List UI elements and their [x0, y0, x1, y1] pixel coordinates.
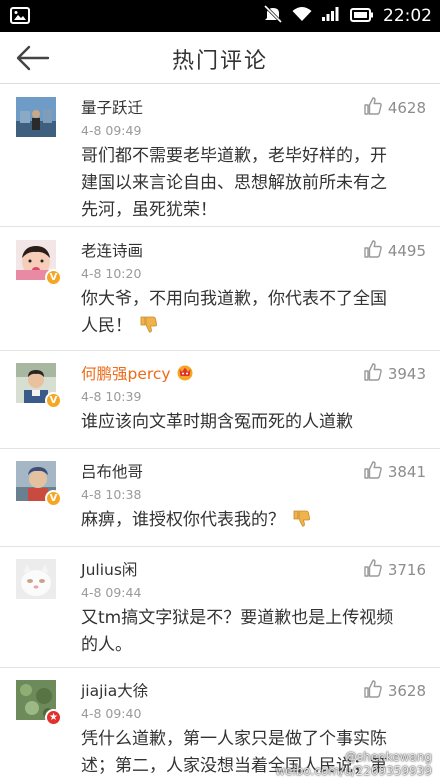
like-count: 4628	[387, 99, 426, 117]
comment-time: 4-8 09:40	[81, 706, 142, 721]
comment-author[interactable]: 量子跃迁	[81, 96, 143, 118]
comment-text-line: 你大爷，不用向我道歉，你代表不了全国	[81, 289, 387, 309]
comment-text: 又tm搞文字狱是不？要道歉也是上传视频 的人。	[81, 605, 421, 659]
gallery-notification-icon	[10, 7, 30, 28]
like-button[interactable]: 3943	[363, 362, 426, 386]
comment-author[interactable]: 何鹏强percy	[81, 362, 195, 385]
comment-author[interactable]: jiajia大徐	[81, 679, 148, 701]
comment-text-line: 又tm搞文字狱是不？要道歉也是上传视频	[81, 608, 394, 628]
avatar[interactable]	[16, 559, 56, 599]
like-button[interactable]: 3841	[363, 460, 426, 484]
battery-icon	[350, 7, 374, 26]
comment-text: 麻痹，谁授权你代表我的？	[81, 507, 421, 537]
verified-badge-icon: V	[45, 269, 62, 286]
comment-time: 4-8 10:39	[81, 389, 142, 404]
like-button[interactable]: 4495	[363, 239, 426, 263]
comment-item: 量子跃迁 4-8 09:49 4628 哥们都不需要老毕道歉，老毕好样的，开 建…	[0, 85, 440, 227]
verified-badge-icon: V	[45, 490, 62, 507]
comment-item: Julius闲 4-8 09:44 3716 又tm搞文字狱是不？要道歉也是上传…	[0, 547, 440, 668]
watermark: @shenkewang weibo.com/u/2209359939	[275, 750, 432, 778]
like-button[interactable]: 3716	[363, 558, 426, 582]
comment-text-line: 哥们都不需要老毕道歉，老毕好样的，开	[81, 146, 387, 166]
top-bar: 热门评论	[0, 32, 440, 84]
verified-badge-icon: ★	[45, 709, 62, 726]
comment-text-line: 麻痹，谁授权你代表我的？	[81, 507, 421, 537]
comment-time: 4-8 09:49	[81, 123, 142, 138]
comment-item: V 吕布他哥 4-8 10:38 3841 麻痹，谁授权你代表我的？	[0, 449, 440, 547]
vip-crown-icon	[175, 363, 195, 385]
thumbs-up-icon	[363, 558, 383, 582]
page-title: 热门评论	[171, 49, 268, 74]
watermark-handle: @shenkewang	[344, 750, 432, 764]
thumbs-up-icon	[363, 239, 383, 263]
comment-item: V 何鹏强percy 4-8 10:39 3943 谁应该向文革时期含冤而死的人…	[0, 351, 440, 449]
comment-text: 你大爷，不用向我道歉，你代表不了全国 人民！	[81, 286, 421, 343]
verified-badge-icon: V	[45, 392, 62, 409]
wifi-icon	[292, 6, 312, 26]
comment-text-line: 人民！	[81, 313, 421, 343]
comment-text-line: 建国以来言论自由、思想解放前所未有之	[81, 173, 387, 193]
avatar[interactable]: V	[16, 240, 62, 286]
avatar[interactable]: V	[16, 461, 62, 507]
like-count: 4495	[387, 242, 426, 260]
comment-text-line: 谁应该向文革时期含冤而死的人道歉	[81, 412, 353, 432]
thumbs-up-icon	[363, 460, 383, 484]
avatar[interactable]	[16, 97, 56, 137]
comment-list: 量子跃迁 4-8 09:49 4628 哥们都不需要老毕道歉，老毕好样的，开 建…	[0, 85, 440, 782]
thumbs-down-emoji-icon	[138, 314, 158, 343]
signal-icon	[321, 6, 341, 26]
comment-text-line: 的人。	[81, 635, 132, 655]
like-count: 3943	[387, 365, 426, 383]
like-button[interactable]: 4628	[363, 96, 426, 120]
avatar[interactable]: V	[16, 363, 62, 409]
comment-author[interactable]: 吕布他哥	[81, 460, 143, 482]
thumbs-up-icon	[363, 362, 383, 386]
comment-text: 谁应该向文革时期含冤而死的人道歉	[81, 409, 421, 436]
comment-time: 4-8 09:44	[81, 585, 142, 600]
comment-text-line: 凭什么道歉，第一人家只是做了个事实陈	[81, 729, 387, 749]
comment-author[interactable]: 老连诗画	[81, 239, 143, 261]
like-button[interactable]: 3628	[363, 679, 426, 703]
mute-icon	[263, 4, 283, 27]
avatar[interactable]: ★	[16, 680, 62, 726]
like-count: 3628	[387, 682, 426, 700]
comment-time: 4-8 10:20	[81, 266, 142, 281]
status-bar: 22:02	[0, 0, 440, 32]
thumbs-down-emoji-icon	[291, 508, 311, 537]
comment-author[interactable]: Julius闲	[81, 558, 137, 580]
like-count: 3841	[387, 463, 426, 481]
comment-time: 4-8 10:38	[81, 487, 142, 502]
like-count: 3716	[387, 561, 426, 579]
comment-item: V 老连诗画 4-8 10:20 4495 你大爷，不用向我道歉，你代表不了全国…	[0, 227, 440, 351]
thumbs-up-icon	[363, 96, 383, 120]
clock: 22:02	[383, 6, 432, 26]
thumbs-up-icon	[363, 679, 383, 703]
comment-text-line: 先河，虽死犹荣！	[81, 200, 217, 220]
watermark-url: weibo.com/u/2209359939	[275, 764, 432, 778]
comment-text: 哥们都不需要老毕道歉，老毕好样的，开 建国以来言论自由、思想解放前所未有之 先河…	[81, 143, 421, 224]
